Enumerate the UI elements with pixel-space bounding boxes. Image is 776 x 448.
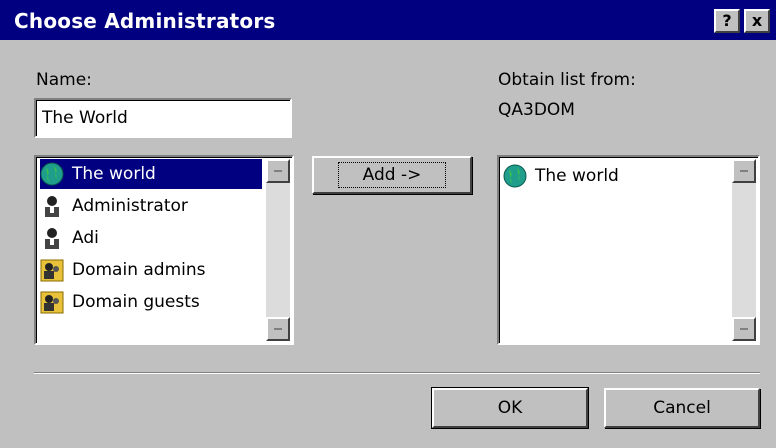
choose-administrators-dialog: Choose Administrators ? x Name: Obtain l… xyxy=(0,0,776,448)
title-bar[interactable]: Choose Administrators ? x xyxy=(0,0,776,40)
window-title: Choose Administrators xyxy=(14,9,276,33)
group-icon xyxy=(40,291,64,314)
globe-icon xyxy=(503,164,527,188)
separator xyxy=(34,372,760,374)
list-item[interactable]: Administrator xyxy=(40,191,188,221)
source-list[interactable]: The world Administrator Adi Domain admin… xyxy=(34,155,294,345)
selected-list[interactable]: The world xyxy=(497,155,760,345)
obtain-list-label: Obtain list from: xyxy=(498,70,636,90)
scroll-up-button[interactable] xyxy=(266,159,290,183)
scroll-down-button[interactable] xyxy=(266,317,290,341)
list-item[interactable]: The world xyxy=(503,161,619,191)
name-input[interactable] xyxy=(34,98,292,138)
list-item[interactable]: Adi xyxy=(40,223,99,253)
help-button[interactable]: ? xyxy=(714,9,740,33)
selected-list-scrollbar[interactable] xyxy=(732,159,756,341)
source-list-scrollbar[interactable] xyxy=(266,159,290,341)
add-button-label: Add -> xyxy=(337,162,447,188)
scroll-down-button[interactable] xyxy=(732,317,756,341)
list-item-label: Domain admins xyxy=(72,260,206,280)
ok-button[interactable]: OK xyxy=(431,387,589,429)
list-item-label: The world xyxy=(535,166,619,186)
globe-icon xyxy=(40,162,64,186)
list-item-label: Adi xyxy=(72,228,99,248)
list-item-label: The world xyxy=(72,164,156,184)
scroll-up-button[interactable] xyxy=(732,159,756,183)
list-item-label: Administrator xyxy=(72,196,188,216)
user-icon xyxy=(45,228,59,249)
add-button[interactable]: Add -> xyxy=(312,156,472,194)
list-item[interactable]: The world xyxy=(40,159,262,189)
group-icon xyxy=(40,259,64,282)
list-item[interactable]: Domain guests xyxy=(40,287,200,317)
close-button[interactable]: x xyxy=(744,9,770,33)
obtain-list-value[interactable]: QA3DOM xyxy=(498,100,575,120)
cancel-button[interactable]: Cancel xyxy=(604,388,760,428)
user-icon xyxy=(45,196,59,217)
name-label: Name: xyxy=(36,70,92,90)
list-item[interactable]: Domain admins xyxy=(40,255,206,285)
list-item-label: Domain guests xyxy=(72,292,200,312)
